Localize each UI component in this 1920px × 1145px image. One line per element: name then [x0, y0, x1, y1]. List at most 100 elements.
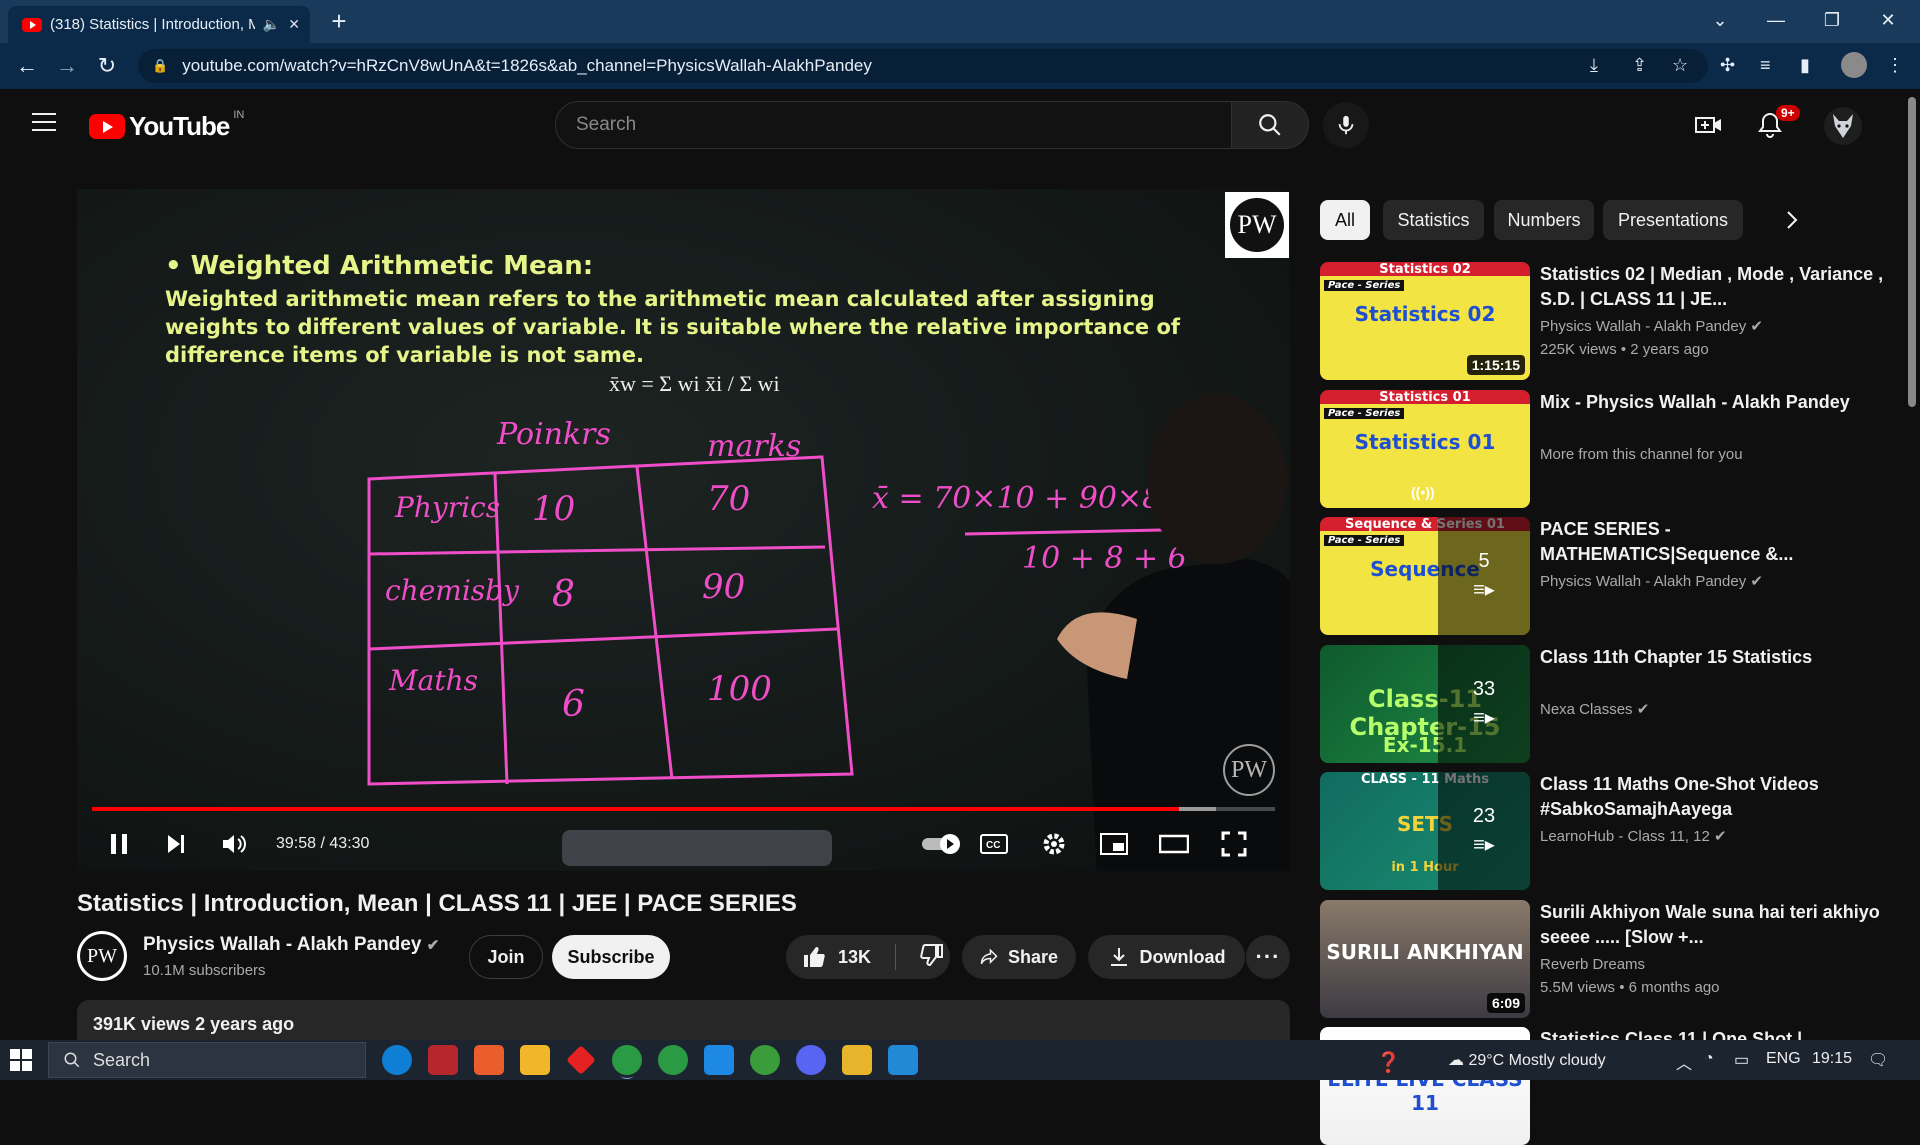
video-thumbnail[interactable]: Class-11 Chapter-15 Ex-15.1 33 ≡▸: [1320, 645, 1530, 763]
subscribe-button[interactable]: Subscribe: [552, 935, 670, 979]
page-scrollbar[interactable]: [1904, 89, 1920, 1040]
video-thumbnail[interactable]: CLASS - 11 Maths SETS in 1 Hour 23 ≡▸: [1320, 772, 1530, 890]
clock[interactable]: 19:15: [1812, 1050, 1852, 1068]
recommended-video[interactable]: CLASS - 11 Maths SETS in 1 Hour 23 ≡▸ Class 1…: [1320, 772, 1890, 890]
tab-close-icon[interactable]: ✕: [288, 16, 300, 33]
restore-button[interactable]: ❐: [1804, 0, 1860, 43]
video-thumbnail[interactable]: SURILI ANKHIYAN 6:09: [1320, 900, 1530, 1018]
guide-menu-icon[interactable]: [32, 113, 56, 131]
video-player[interactable]: PW • Weighted Arithmetic Mean: Weighted …: [77, 189, 1290, 871]
join-button[interactable]: Join: [469, 935, 543, 979]
notification-center-icon[interactable]: 🗨: [1868, 1050, 1888, 1070]
recommended-title[interactable]: Surili Akhiyon Wale suna hai teri akhiyo…: [1540, 900, 1890, 950]
vscode-icon[interactable]: [888, 1045, 918, 1075]
forward-button[interactable]: →: [52, 51, 82, 81]
bookmark-star-icon[interactable]: ☆: [1672, 55, 1688, 76]
recommended-title[interactable]: Class 11th Chapter 15 Statistics: [1540, 645, 1890, 670]
search-input[interactable]: [576, 114, 1231, 136]
share-page-icon[interactable]: ⇪: [1632, 55, 1647, 76]
recommended-channel[interactable]: Physics Wallah - Alakh Pandey ✔: [1540, 316, 1763, 338]
browser-tab[interactable]: (318) Statistics | Introduction, Mean | …: [8, 6, 310, 43]
taskbar-search[interactable]: Search: [48, 1042, 366, 1078]
recommended-title[interactable]: Statistics 02 | Median , Mode , Variance…: [1540, 262, 1890, 312]
filter-chip[interactable]: All: [1320, 200, 1370, 240]
theater-mode-button[interactable]: [1157, 827, 1191, 861]
progress-bar[interactable]: [92, 807, 1275, 811]
video-thumbnail[interactable]: Sequence & Series 01 Pace - Series Sequenc…: [1320, 517, 1530, 635]
store-icon[interactable]: [474, 1045, 504, 1075]
weather-widget[interactable]: ☁ 29°C Mostly cloudy: [1448, 1050, 1606, 1070]
close-window-button[interactable]: ✕: [1860, 0, 1916, 43]
account-avatar[interactable]: [1824, 107, 1862, 145]
recommended-video[interactable]: Class-11 Chapter-15 Ex-15.1 33 ≡▸ Class 11th…: [1320, 645, 1890, 763]
recommended-channel[interactable]: Reverb Dreams: [1540, 954, 1645, 976]
like-button[interactable]: 13K: [802, 945, 871, 969]
recommended-video[interactable]: SURILI ANKHIYAN 6:09 Surili Akhiyon Wale s…: [1320, 900, 1890, 1018]
video-thumbnail[interactable]: Statistics 01 Pace - Series Statistics 01 (…: [1320, 390, 1530, 508]
settings-button[interactable]: [1037, 827, 1071, 861]
install-icon[interactable]: ⤓: [1590, 55, 1598, 76]
pause-button[interactable]: [102, 827, 136, 861]
search-button[interactable]: [1231, 101, 1309, 149]
recommended-channel[interactable]: Physics Wallah - Alakh Pandey ✔: [1540, 571, 1763, 593]
youtube-logo[interactable]: YouTube IN: [89, 109, 244, 142]
battery-icon[interactable]: ▭: [1734, 1050, 1749, 1070]
git-icon[interactable]: [566, 1045, 596, 1075]
chrome-icon[interactable]: [612, 1045, 642, 1075]
video-thumbnail[interactable]: Statistics 02 Pace - Series Statistics 02 1…: [1320, 262, 1530, 380]
media-control-icon[interactable]: ≡: [1760, 55, 1771, 76]
speaker-icon[interactable]: 🔈: [263, 16, 280, 33]
share-button[interactable]: Share: [962, 935, 1076, 979]
more-actions-button[interactable]: ···: [1246, 935, 1290, 979]
language-indicator[interactable]: ENG: [1766, 1050, 1801, 1068]
browser-menu-icon[interactable]: ⋮: [1886, 55, 1904, 76]
dislike-button[interactable]: [920, 943, 944, 972]
url-field[interactable]: 🔒 youtube.com/watch?v=hRzCnV8wUnA&t=1826…: [138, 49, 1708, 83]
create-button[interactable]: [1693, 109, 1725, 141]
extensions-icon[interactable]: ✣: [1720, 55, 1735, 76]
windows-start-icon[interactable]: [10, 1049, 32, 1076]
recommended-channel[interactable]: Nexa Classes ✔: [1540, 699, 1649, 721]
mute-button[interactable]: [217, 827, 251, 861]
xbox-icon[interactable]: [750, 1045, 780, 1075]
miniplayer-button[interactable]: [1097, 827, 1131, 861]
channel-avatar[interactable]: PW: [77, 931, 127, 981]
filter-chip[interactable]: Numbers: [1494, 200, 1594, 240]
filter-chip[interactable]: Statistics: [1383, 200, 1484, 240]
minimize-button[interactable]: —: [1748, 0, 1804, 43]
calendar-app-icon[interactable]: [704, 1045, 734, 1075]
fullscreen-button[interactable]: [1217, 827, 1251, 861]
reload-button[interactable]: ↻: [92, 51, 122, 81]
recommended-channel[interactable]: LearnoHub - Class 11, 12 ✔: [1540, 826, 1727, 848]
new-tab-button[interactable]: +: [324, 6, 354, 36]
subtitles-button[interactable]: CC: [977, 827, 1011, 861]
next-button[interactable]: [159, 827, 193, 861]
browser-profile-avatar[interactable]: [1841, 52, 1867, 78]
help-icon[interactable]: ❓: [1376, 1050, 1401, 1075]
recommended-channel[interactable]: More from this channel for you: [1540, 444, 1743, 466]
stacks-icon[interactable]: [842, 1045, 872, 1075]
tab-search-chevron-icon[interactable]: ⌄: [1692, 0, 1748, 43]
search-box[interactable]: [555, 101, 1232, 149]
lock-icon[interactable]: 🔒: [152, 58, 168, 74]
recommended-video[interactable]: Statistics 02 Pace - Series Statistics 02 1…: [1320, 262, 1890, 380]
recommended-title[interactable]: Mix - Physics Wallah - Alakh Pandey: [1540, 390, 1890, 415]
recommended-video[interactable]: Statistics 01 Pace - Series Statistics 01 (…: [1320, 390, 1890, 508]
wifi-icon[interactable]: ◔: [1704, 1050, 1714, 1068]
edge-icon[interactable]: [382, 1045, 412, 1075]
chrome-profile-icon[interactable]: [658, 1045, 688, 1075]
voice-search-button[interactable]: [1323, 102, 1369, 148]
filter-chip[interactable]: Presentations: [1603, 200, 1743, 240]
recommended-title[interactable]: PACE SERIES - MATHEMATICS|Sequence &...: [1540, 517, 1890, 567]
recommended-title[interactable]: Class 11 Maths One-Shot Videos #SabkoSam…: [1540, 772, 1890, 822]
side-panel-icon[interactable]: ▮: [1800, 55, 1810, 76]
autoplay-toggle[interactable]: [919, 827, 965, 861]
chips-next-button[interactable]: [1775, 203, 1809, 237]
tray-chevron-icon[interactable]: ︿: [1676, 1050, 1692, 1074]
discord-icon[interactable]: [796, 1045, 826, 1075]
download-button[interactable]: Download: [1088, 935, 1245, 979]
channel-name[interactable]: Physics Wallah - Alakh Pandey ✔: [143, 934, 439, 956]
file-explorer-icon[interactable]: [520, 1045, 550, 1075]
scrollbar-thumb[interactable]: [1908, 97, 1916, 407]
mcafee-icon[interactable]: [428, 1045, 458, 1075]
